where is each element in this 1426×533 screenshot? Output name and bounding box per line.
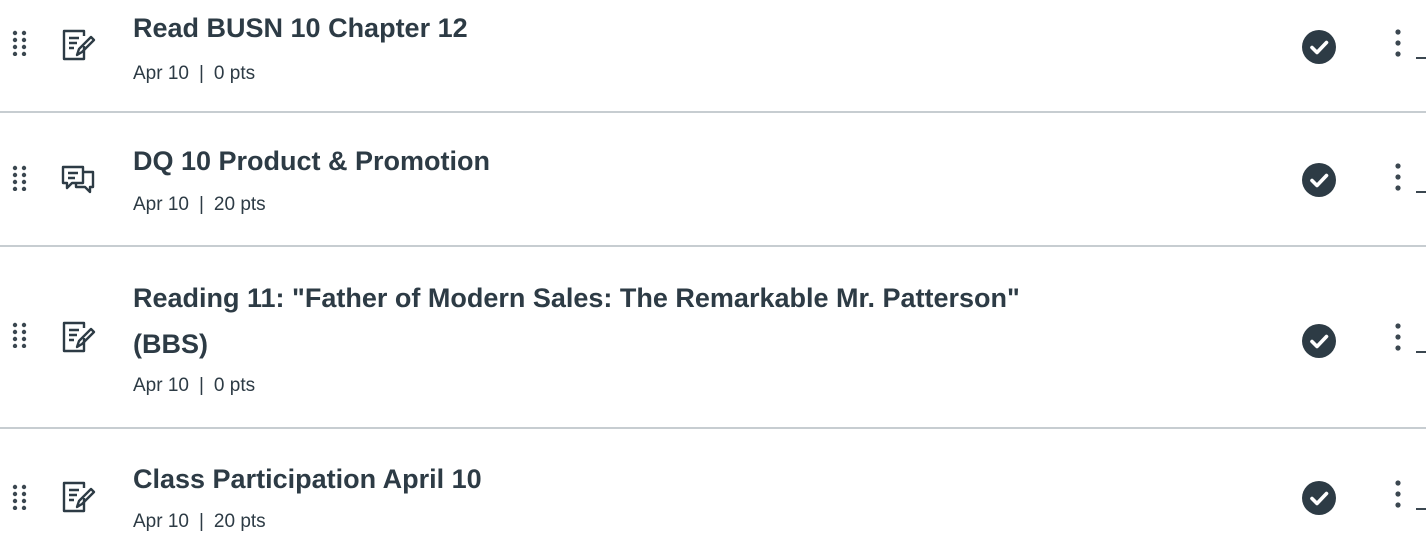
item-title[interactable]: Reading 11: "Father of Modern Sales: The… (133, 276, 1020, 320)
published-check-icon[interactable] (1302, 324, 1336, 358)
kebab-menu-icon[interactable] (1388, 160, 1426, 200)
module-items-list: Read BUSN 10 Chapter 12 Apr 10 | 0 pts DQ … (0, 0, 1426, 533)
item-meta: Apr 10 | 0 pts (133, 374, 255, 398)
points: 0 pts (213, 375, 256, 396)
row-divider (0, 245, 1426, 247)
row-divider (0, 427, 1426, 429)
item-title[interactable]: Class Participation April 10 (133, 457, 482, 501)
drag-handle-icon[interactable] (12, 484, 28, 510)
published-check-icon[interactable] (1302, 30, 1336, 64)
published-check-icon[interactable] (1302, 481, 1336, 515)
points: 20 pts (213, 194, 266, 215)
meta-separator: | (198, 375, 204, 396)
due-date: Apr 10 (133, 63, 189, 84)
meta-separator: | (198, 63, 204, 84)
kebab-menu-icon[interactable] (1388, 26, 1426, 66)
meta-separator: | (198, 511, 204, 532)
item-meta: Apr 10 | 20 pts (133, 510, 266, 533)
points: 20 pts (213, 511, 266, 532)
item-title[interactable]: Read BUSN 10 Chapter 12 (133, 6, 468, 50)
item-title[interactable]: DQ 10 Product & Promotion (133, 139, 490, 183)
kebab-menu-icon[interactable] (1388, 320, 1426, 360)
item-title-continuation[interactable]: (BBS) (133, 322, 208, 366)
assignment-icon (60, 480, 96, 514)
row-divider (0, 111, 1426, 113)
drag-handle-icon[interactable] (12, 165, 28, 191)
kebab-menu-icon[interactable] (1388, 477, 1426, 517)
discussion-icon (60, 163, 96, 197)
published-check-icon[interactable] (1302, 163, 1336, 197)
drag-handle-icon[interactable] (12, 322, 28, 348)
item-meta: Apr 10 | 20 pts (133, 193, 266, 217)
meta-separator: | (198, 194, 204, 215)
assignment-icon (60, 28, 96, 62)
due-date: Apr 10 (133, 375, 189, 396)
due-date: Apr 10 (133, 194, 189, 215)
item-meta: Apr 10 | 0 pts (133, 62, 255, 86)
due-date: Apr 10 (133, 511, 189, 532)
drag-handle-icon[interactable] (12, 30, 28, 56)
assignment-icon (60, 320, 96, 354)
points: 0 pts (213, 63, 256, 84)
